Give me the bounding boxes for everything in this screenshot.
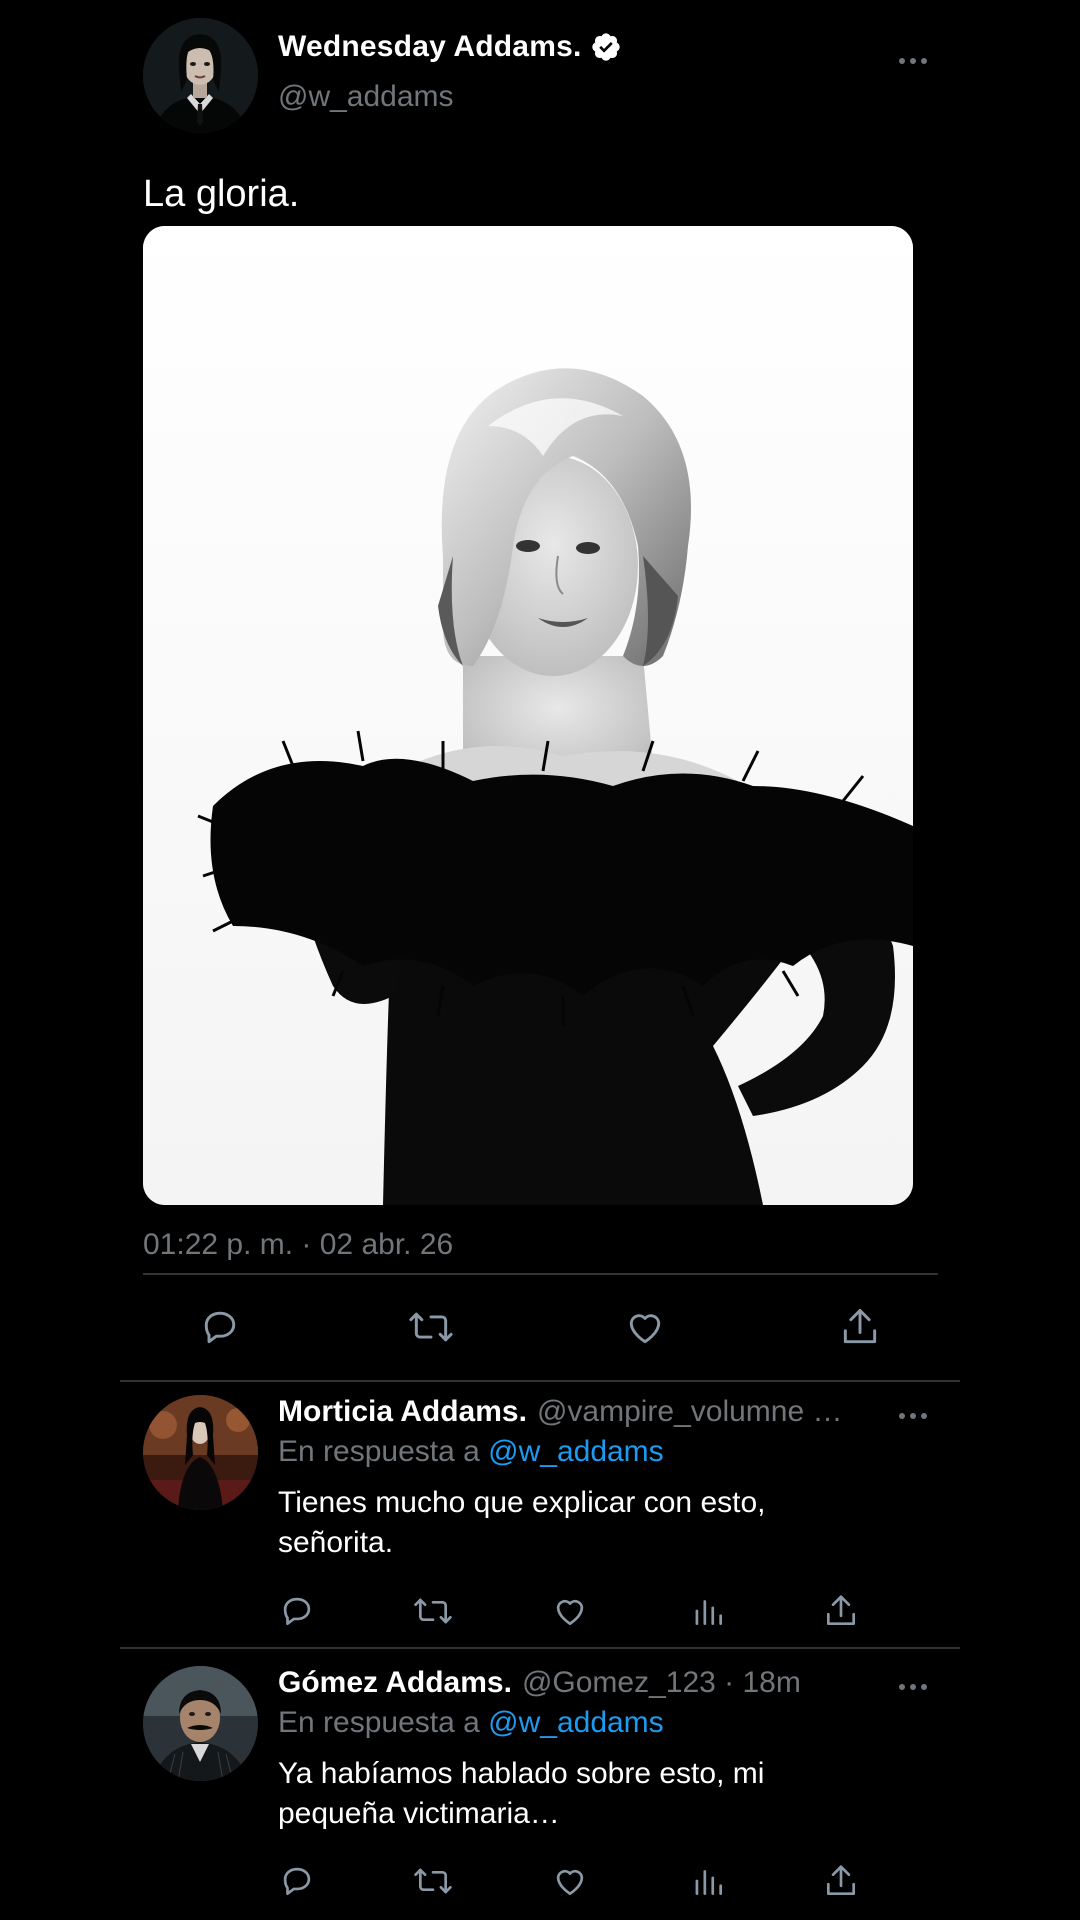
views-icon[interactable]: [689, 1592, 727, 1630]
share-icon[interactable]: [822, 1862, 860, 1900]
tweet-detail-page: Wednesday Addams. @w_addams La gloria. 0…: [0, 0, 1080, 1920]
views-icon[interactable]: [689, 1862, 727, 1900]
more-options-icon[interactable]: [899, 1682, 927, 1692]
reply-to-prefix: En respuesta a: [278, 1706, 480, 1739]
reply-author-handle[interactable]: @Gomez_123 · 18m: [522, 1666, 801, 1699]
reply-author-name[interactable]: Gómez Addams.: [278, 1666, 512, 1699]
share-icon[interactable]: [822, 1592, 860, 1630]
reply-to-line: En respuesta a @w_addams: [278, 1706, 664, 1740]
reply-author-name[interactable]: Morticia Addams.: [278, 1395, 527, 1428]
more-options-icon[interactable]: [899, 56, 927, 66]
divider: [120, 1647, 960, 1649]
divider: [143, 1273, 938, 1275]
author-name-row: Wednesday Addams.: [278, 30, 622, 64]
retweet-icon[interactable]: [412, 1592, 454, 1630]
reply-mention-link[interactable]: @w_addams: [488, 1706, 664, 1739]
reply-header: Morticia Addams. @vampire_volumne …: [278, 1395, 908, 1429]
tweet-timestamp[interactable]: 01:22 p. m. · 02 abr. 26: [143, 1228, 453, 1262]
reply-text: Tienes mucho que explicar con esto, seño…: [278, 1486, 766, 1559]
heart-icon[interactable]: [551, 1592, 589, 1630]
reply-mention-link[interactable]: @w_addams: [488, 1435, 664, 1468]
divider: [120, 1380, 960, 1382]
reply-icon[interactable]: [198, 1305, 242, 1349]
reply-author-avatar[interactable]: [143, 1666, 258, 1781]
share-icon[interactable]: [838, 1305, 882, 1349]
reply-to-prefix: En respuesta a: [278, 1435, 480, 1468]
heart-icon[interactable]: [551, 1862, 589, 1900]
reply-author-avatar[interactable]: [143, 1395, 258, 1510]
retweet-icon[interactable]: [406, 1305, 456, 1349]
reply-header: Gómez Addams. @Gomez_123 · 18m: [278, 1666, 908, 1700]
heart-icon[interactable]: [623, 1305, 667, 1349]
author-handle[interactable]: @w_addams: [278, 80, 454, 114]
reply-text: Ya habíamos hablado sobre esto, mi peque…: [278, 1757, 765, 1830]
author-name[interactable]: Wednesday Addams.: [278, 30, 582, 64]
reply-icon[interactable]: [278, 1862, 316, 1900]
verified-badge-icon: [590, 31, 622, 63]
tweet-text: La gloria.: [143, 173, 300, 215]
reply-author-handle[interactable]: @vampire_volumne …: [537, 1395, 843, 1428]
author-avatar[interactable]: [143, 18, 258, 133]
reply-to-line: En respuesta a @w_addams: [278, 1435, 664, 1469]
tweet-photo[interactable]: [143, 226, 913, 1205]
reply-icon[interactable]: [278, 1592, 316, 1630]
more-options-icon[interactable]: [899, 1411, 927, 1421]
retweet-icon[interactable]: [412, 1862, 454, 1900]
